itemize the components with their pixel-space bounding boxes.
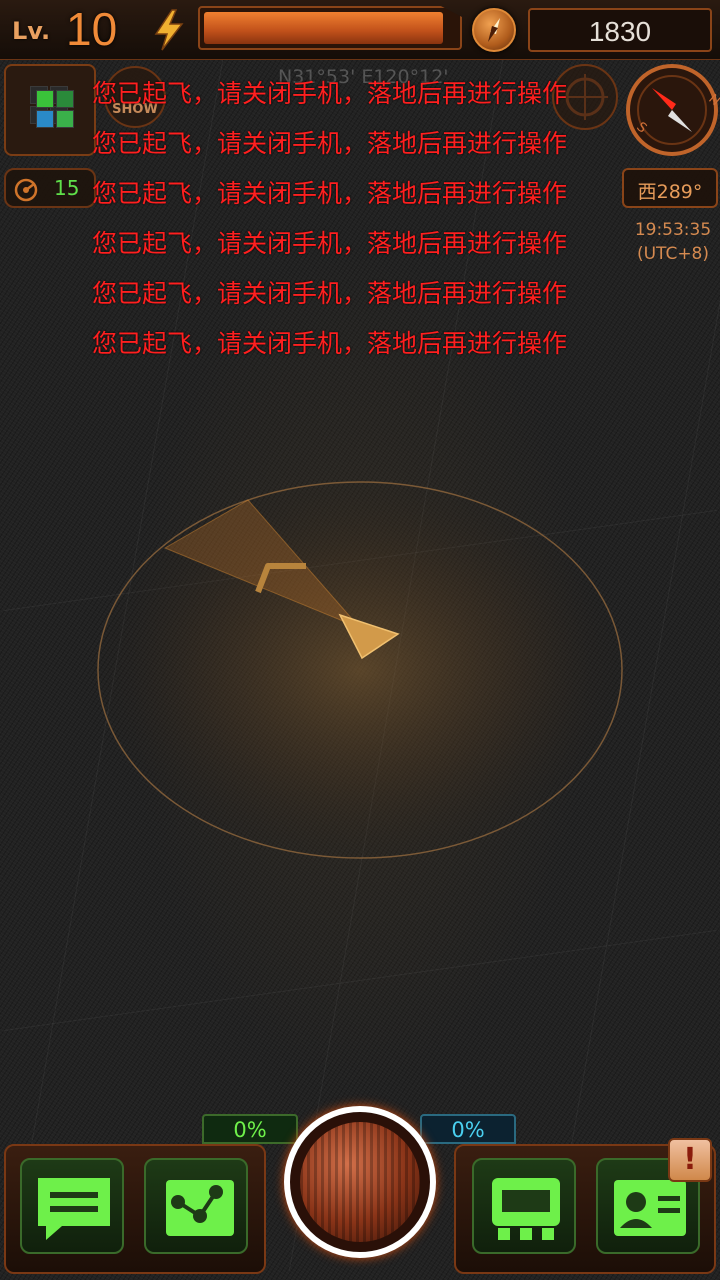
- globe-icon: [300, 1122, 420, 1242]
- warning-message: 您已起飞，请关闭手机，落地后再进行操作: [92, 329, 568, 358]
- chat-icon: [38, 1178, 110, 1240]
- share-icon: [166, 1180, 234, 1236]
- warning-message: 您已起飞，请关闭手机，落地后再进行操作: [92, 279, 568, 308]
- alert-badge[interactable]: !: [668, 1138, 712, 1182]
- radar-icon: [14, 178, 38, 202]
- right-progress-percent: 0%: [420, 1114, 516, 1144]
- shop-button[interactable]: [472, 1158, 576, 1254]
- compass-coin-icon[interactable]: [472, 8, 516, 52]
- level-value: 10: [66, 3, 118, 55]
- left-progress-percent: 0%: [202, 1114, 298, 1144]
- compass-icon[interactable]: N S: [624, 62, 720, 158]
- coin-counter: 1830: [528, 8, 712, 52]
- bottom-action-bar: 0% 0% !: [0, 1106, 720, 1280]
- top-status-bar: Lv. 10 1830: [0, 0, 720, 60]
- shop-icon: [492, 1178, 560, 1240]
- warning-list: 您已起飞，请关闭手机，落地后再进行操作 您已起飞，请关闭手机，落地后再进行操作 …: [92, 76, 632, 376]
- heading-value: 西289°: [637, 181, 703, 203]
- energy-bar-fill: [204, 12, 443, 44]
- warning-message: 您已起飞，请关闭手机，落地后再进行操作: [92, 79, 568, 108]
- lightning-icon: [154, 9, 184, 51]
- chat-button[interactable]: [20, 1158, 124, 1254]
- warning-message: 您已起飞，请关闭手机，落地后再进行操作: [92, 229, 568, 258]
- warning-message: 您已起飞，请关闭手机，落地后再进行操作: [92, 129, 568, 158]
- center-globe-button[interactable]: [284, 1106, 436, 1258]
- warning-message: 您已起飞，请关闭手机，落地后再进行操作: [92, 179, 568, 208]
- grid-menu-button[interactable]: [4, 64, 96, 156]
- heading-panel: 西289°: [622, 168, 718, 208]
- share-button[interactable]: [144, 1158, 248, 1254]
- level-label: Lv.: [12, 17, 51, 45]
- clock-time: 19:53:35: [634, 220, 712, 240]
- energy-bar: [198, 6, 462, 50]
- radar-count: 15: [54, 176, 80, 200]
- clock-timezone: (UTC+8): [636, 244, 710, 264]
- radar-count-badge[interactable]: 15: [4, 168, 96, 208]
- coin-value: 1830: [588, 16, 652, 47]
